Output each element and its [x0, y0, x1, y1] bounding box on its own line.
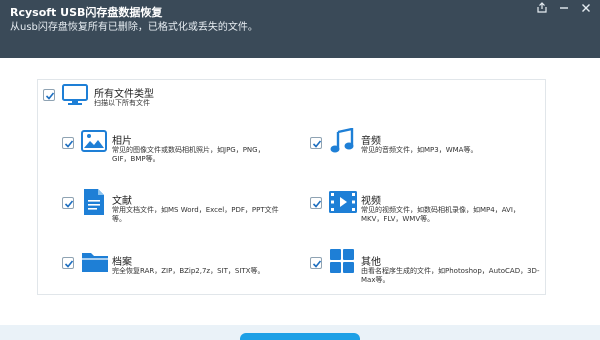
music-note-icon: [330, 128, 354, 153]
grid-icon: [330, 249, 354, 273]
monitor-icon: [62, 84, 88, 105]
file-type-panel: 所有文件类型 扫描以下所有文件 相片 常见的图像文件或数码相机照片，如JPG，P…: [37, 79, 546, 295]
close-button[interactable]: [578, 1, 594, 15]
category-desc-archive: 完全恢复RAR，ZIP，BZip2,7z，SIT，SITX等。: [112, 267, 265, 275]
category-checkbox-image[interactable]: [62, 137, 74, 149]
category-desc-video: 常见的视频文件，如数码相机录像，如MP4，AVI，MKV，FLV，WMV等。: [361, 206, 520, 223]
export-button[interactable]: [534, 1, 550, 15]
category-checkbox-document[interactable]: [62, 197, 74, 209]
window-controls: [534, 0, 594, 16]
checkmark-icon: [312, 260, 322, 268]
category-desc-audio: 常见的音频文件，如MP3，WMA等。: [361, 146, 478, 154]
category-label-document: 文献: [112, 196, 132, 207]
film-icon: [329, 191, 357, 213]
scan-button[interactable]: [240, 333, 360, 340]
all-types-checkbox[interactable]: [43, 89, 55, 101]
title-bar: Rcysoft USB闪存盘数据恢复 从usb闪存盘恢复所有已删除，已格式化或丢…: [0, 0, 600, 58]
checkmark-icon: [312, 200, 322, 208]
export-icon: [537, 2, 547, 13]
all-types-label: 所有文件类型: [94, 89, 154, 100]
category-label-archive: 档案: [112, 257, 132, 268]
document-icon: [84, 189, 104, 215]
checkmark-icon: [312, 140, 322, 148]
minimize-icon: [560, 7, 568, 9]
category-checkbox-video[interactable]: [310, 197, 322, 209]
category-label-other: 其他: [361, 257, 381, 268]
category-checkbox-audio[interactable]: [310, 137, 322, 149]
checkmark-icon: [64, 200, 74, 208]
category-desc-image: 常见的图像文件或数码相机照片，如JPG，PNG，GIF，BMP等。: [112, 146, 265, 163]
all-types-desc: 扫描以下所有文件: [94, 99, 150, 107]
image-icon: [81, 130, 107, 152]
checkmark-icon: [64, 260, 74, 268]
folder-icon: [82, 253, 108, 272]
category-label-image: 相片: [112, 136, 132, 147]
category-desc-document: 常用文档文件，如MS Word，Excel，PDF，PPT文件等。: [112, 206, 279, 223]
close-icon: [582, 4, 590, 12]
checkmark-icon: [64, 140, 74, 148]
category-checkbox-archive[interactable]: [62, 257, 74, 269]
minimize-button[interactable]: [556, 1, 572, 15]
category-checkbox-other[interactable]: [310, 257, 322, 269]
checkmark-icon: [45, 92, 55, 100]
category-desc-other: 由看名程序生成的文件，如Photoshop，AutoCAD，3D-Max等。: [361, 267, 540, 284]
app-subtitle: 从usb闪存盘恢复所有已删除，已格式化或丢失的文件。: [10, 22, 258, 33]
category-label-video: 视频: [361, 196, 381, 207]
category-label-audio: 音频: [361, 136, 381, 147]
